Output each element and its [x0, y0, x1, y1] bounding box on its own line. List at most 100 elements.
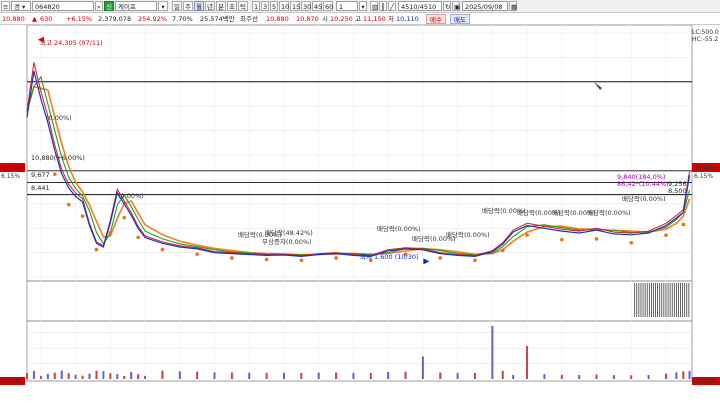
horizontal-levels	[27, 81, 692, 196]
period-select-label: 경	[14, 3, 20, 11]
volume-bar	[675, 372, 678, 379]
volume-bar	[109, 373, 112, 379]
chevron-down-icon[interactable]: ▾	[359, 1, 367, 11]
volume-bar	[67, 373, 70, 379]
volume-bar	[456, 372, 459, 379]
event-dot	[160, 247, 165, 252]
volume-bar	[387, 372, 390, 379]
search-icon[interactable]: ⌕	[95, 1, 103, 11]
up-arrow-icon: ▲	[32, 15, 37, 23]
volume-bar	[491, 325, 494, 379]
left-pct-label: 6.15%	[1, 173, 20, 180]
stock-code-input[interactable]: 064820	[32, 1, 94, 11]
volume-bar	[421, 356, 424, 379]
tab-tick[interactable]: 틱	[238, 1, 248, 11]
hc-label: HC:-55.2	[692, 36, 718, 43]
line-chart-icon[interactable]: ╱	[388, 1, 396, 11]
open-price: 10,870	[296, 15, 319, 23]
volume-bar	[512, 374, 515, 379]
stock-chart[interactable]: 최고 24,305 (07/11) 최저 1,600 (10/30) 10,88…	[0, 25, 720, 404]
pct-label-1: (0.00%)	[46, 114, 72, 122]
price-line-red	[26, 62, 691, 257]
div-label-mid2: 무상증자(0.00%)	[262, 237, 312, 246]
div-label-10: 배당락(0.00%)	[622, 194, 666, 203]
volume-bar	[81, 375, 84, 379]
interval-60[interactable]: 60	[323, 1, 333, 11]
event-dot	[473, 258, 477, 263]
event-dot	[94, 247, 99, 252]
tab-minute[interactable]: 분	[216, 1, 226, 11]
lock-icon[interactable]: ▣	[452, 1, 460, 11]
period-select[interactable]: 경 ▾	[11, 1, 31, 11]
sell-button[interactable]: 매도	[450, 14, 470, 24]
right-price-label: 10,880	[694, 165, 715, 172]
volume-bar	[501, 370, 504, 379]
volume-bar	[53, 372, 56, 379]
level3-label: 8,441	[31, 184, 50, 192]
tab-month[interactable]: 월	[194, 1, 204, 11]
dropdown-icon[interactable]: ▾	[158, 1, 168, 11]
volume-bar	[630, 375, 633, 379]
date-input[interactable]: 2025/09/08	[462, 1, 508, 11]
tab-year[interactable]: 년	[205, 1, 215, 11]
interval-45[interactable]: 45	[312, 1, 322, 11]
event-dot	[629, 240, 634, 245]
div-label-9: 배당락(0.00%)	[587, 208, 631, 217]
level2-label: 9,677	[31, 171, 50, 179]
count-field[interactable]: 4510/4510	[398, 1, 442, 11]
right-pct-label: 6.15%	[694, 173, 713, 180]
event-dot	[264, 257, 269, 262]
calendar-icon[interactable]: ▦	[509, 1, 517, 11]
left-price-label: 10,880	[1, 165, 22, 172]
volume-bar	[123, 376, 126, 379]
event-dot	[195, 252, 199, 256]
recent-d: 8,500	[668, 187, 687, 195]
volume-bar	[404, 371, 407, 379]
tab-day[interactable]: 일	[172, 1, 182, 11]
volume-bar	[595, 374, 598, 379]
right-vol-label: 2,379K	[694, 378, 716, 385]
event-dot	[559, 237, 564, 242]
refresh-icon[interactable]: ↻	[443, 1, 451, 11]
interval-10[interactable]: 10	[279, 1, 289, 11]
menu-icon[interactable]: ≡	[1, 1, 10, 11]
volume-bar	[543, 374, 546, 379]
volume-bar	[317, 372, 320, 379]
bar-chart-icon[interactable]: ▥	[370, 1, 378, 11]
volume-bar	[60, 370, 63, 379]
mouse-cursor-icon	[594, 82, 602, 90]
event-dot	[80, 214, 85, 218]
div-label-3: 배당락(0.00%)	[377, 224, 421, 233]
volume-ratio: 254.92%	[138, 15, 167, 23]
volume-bar	[32, 370, 35, 379]
open-value: 10,250	[330, 15, 353, 23]
count-unit-input[interactable]: 1	[336, 1, 358, 11]
recent-value: 10,880	[266, 15, 289, 23]
interval-5[interactable]: 5	[270, 1, 278, 11]
low-value: 10,110	[396, 15, 419, 23]
volume-bar	[74, 374, 77, 379]
event-dot	[681, 222, 686, 227]
high-annotation: 최고 24,305 (07/11)	[40, 38, 103, 47]
candle-icon[interactable]: ┃	[379, 1, 387, 11]
event-dot	[52, 172, 57, 177]
event-dot	[66, 202, 71, 207]
buy-button[interactable]: 매수	[426, 14, 446, 24]
interval-3[interactable]: 3	[261, 1, 269, 11]
tab-week[interactable]: 주	[183, 1, 193, 11]
event-dot	[230, 256, 234, 260]
tab-second[interactable]: 초	[227, 1, 237, 11]
volume-bar	[248, 372, 251, 379]
event-dot	[299, 258, 304, 263]
change-pct: +6.15%	[66, 15, 93, 23]
div-label-mid: 배당락(48.42%)	[265, 228, 313, 237]
chart-toolbar: ≡ 경 ▾ 064820 ⌕ 신 케이프 ▾ 일 주 월 년 분 초 틱 1 3…	[0, 0, 720, 13]
interval-15[interactable]: 15	[290, 1, 300, 11]
level1-label: 10,880(+6.00%)	[31, 154, 85, 162]
pct-label-2: (0.00%)	[118, 192, 144, 200]
event-dot	[108, 231, 113, 235]
volume-bar	[39, 375, 42, 379]
volume-bar	[116, 374, 119, 379]
interval-1[interactable]: 1	[252, 1, 260, 11]
interval-30[interactable]: 30	[301, 1, 311, 11]
